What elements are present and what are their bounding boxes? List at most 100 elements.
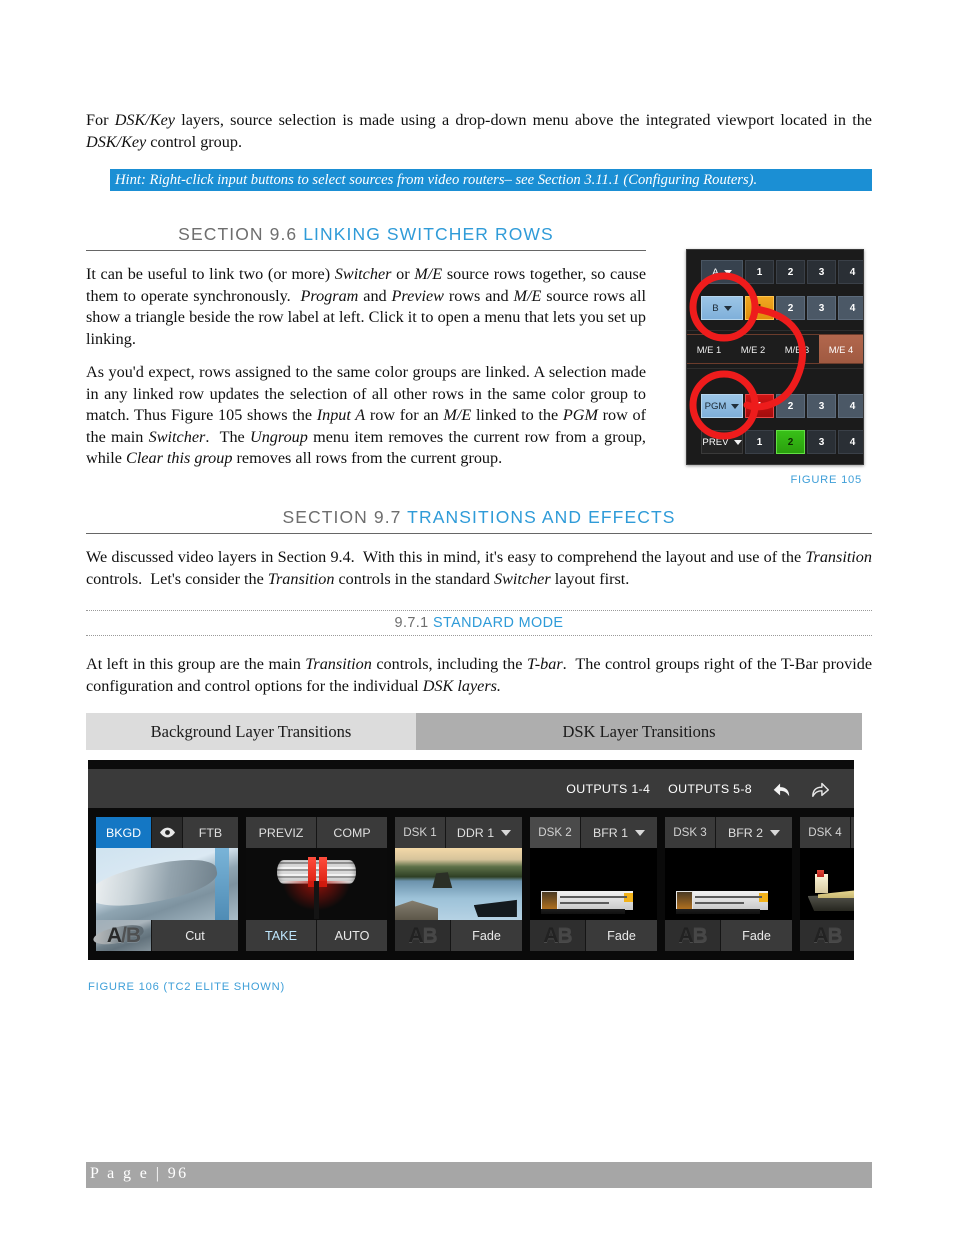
me-tab-3[interactable]: M/E 3 (775, 335, 819, 363)
switcher-row-prev[interactable]: PREV 1 2 3 4 (701, 430, 863, 454)
row-b-input-1[interactable]: 1 (745, 296, 774, 320)
group-dsk-3: DSK 3 BFR 2 AB Fade (665, 817, 792, 951)
subsection-971-title: STANDARD MODE (432, 615, 564, 631)
section-97-number: SECTION 9.7 (282, 507, 402, 527)
figure-105-switcher-panel: A 1 2 3 4 B 1 2 3 4 M/E 1 M/E 2 M/E 3 M/… (686, 249, 864, 465)
section-96-number: SECTION 9.6 (178, 224, 298, 244)
slide-graphic (530, 848, 657, 920)
section-97-paragraph: We discussed video layers in Section 9.4… (86, 548, 872, 588)
row-prev-input-1[interactable]: 1 (745, 430, 774, 454)
dsk-3-source-label: BFR 2 (727, 825, 764, 840)
dsk-4-button[interactable]: DSK 4 (800, 817, 850, 848)
t-bar-control[interactable] (246, 848, 387, 920)
cut-button[interactable]: Cut (152, 920, 238, 951)
auto-button[interactable]: AUTO (317, 920, 387, 951)
dsk-2-source-dropdown[interactable]: BFR 1 (581, 817, 657, 848)
row-a-label-button[interactable]: A (701, 260, 743, 284)
comp-button[interactable]: COMP (317, 817, 387, 848)
eye-glyph (159, 827, 175, 838)
switcher-row-b[interactable]: B 1 2 3 4 (701, 296, 863, 320)
row-pgm-label-button[interactable]: PGM (701, 394, 743, 418)
ftb-button[interactable]: FTB (183, 817, 238, 848)
chevron-down-icon (731, 403, 740, 409)
background-ab-toggle[interactable]: A/B (96, 920, 151, 951)
row-pgm-label: PGM (704, 400, 727, 412)
redo-arrow-icon[interactable] (810, 779, 832, 799)
figure-106-transition-panel: OUTPUTS 1-4 OUTPUTS 5-8 BKGD FTB A/B Cut… (88, 760, 854, 960)
page-number: P a g e | 96 (90, 1165, 189, 1182)
tab-outputs-1-4[interactable]: OUTPUTS 1-4 (566, 782, 650, 796)
row-a-input-2[interactable]: 2 (776, 260, 805, 284)
row-b-input-3[interactable]: 3 (807, 296, 836, 320)
dsk-1-fade-button[interactable]: Fade (451, 920, 522, 951)
row-b-label: B (712, 302, 719, 314)
dsk-4-ab-toggle[interactable]: AB (800, 920, 854, 951)
row-prev-label-button[interactable]: PREV (701, 430, 743, 454)
row-prev-input-4[interactable]: 4 (838, 430, 863, 454)
section-96-heading: SECTION 9.6 LINKING SWITCHER ROWS (86, 224, 646, 251)
group-dsk-4-footer: AB Fade (800, 920, 854, 951)
bkgd-button[interactable]: BKGD (96, 817, 151, 848)
dsk-2-preview-thumbnail[interactable] (530, 848, 657, 920)
group-dsk-2: DSK 2 BFR 1 AB Fade (530, 817, 657, 951)
undo-arrow-icon[interactable] (770, 779, 792, 799)
dsk-4-source-dropdown[interactable]: BFR 5 (851, 817, 854, 848)
row-prev-input-3[interactable]: 3 (807, 430, 836, 454)
panel-divider (687, 330, 863, 331)
group-transition-header: PREVIZ COMP (246, 817, 387, 848)
row-prev-label: PREV (702, 436, 729, 448)
row-a-input-4[interactable]: 4 (838, 260, 863, 284)
row-pgm-input-4[interactable]: 4 (838, 394, 863, 418)
row-pgm-input-1[interactable]: 1 (745, 394, 774, 418)
me-tab-2[interactable]: M/E 2 (731, 335, 775, 363)
row-b-input-4[interactable]: 4 (838, 296, 863, 320)
row-b-input-2[interactable]: 2 (776, 296, 805, 320)
row-b-label-button[interactable]: B (701, 296, 743, 320)
take-button[interactable]: TAKE (246, 920, 316, 951)
dsk-1-button[interactable]: DSK 1 (395, 817, 445, 848)
dsk-3-source-dropdown[interactable]: BFR 2 (716, 817, 792, 848)
row-prev-input-2[interactable]: 2 (776, 430, 805, 454)
me-tab-strip[interactable]: M/E 1 M/E 2 M/E 3 M/E 4 (687, 334, 863, 364)
switcher-row-pgm[interactable]: PGM 1 2 3 4 (701, 394, 863, 418)
dsk-1-ab-toggle[interactable]: AB (395, 920, 450, 951)
chevron-down-icon (501, 829, 512, 836)
background-preview-thumbnail[interactable] (96, 848, 238, 920)
panel-top-strip (88, 760, 854, 769)
group-dsk-3-header: DSK 3 BFR 2 (665, 817, 792, 848)
dsk-1-preview-thumbnail[interactable] (395, 848, 522, 920)
row-pgm-input-2[interactable]: 2 (776, 394, 805, 418)
group-dsk-1-footer: AB Fade (395, 920, 522, 951)
row-pgm-input-3[interactable]: 3 (807, 394, 836, 418)
dsk-2-ab-toggle[interactable]: AB (530, 920, 585, 951)
section-97-title: TRANSITIONS AND EFFECTS (407, 507, 676, 527)
transition-groups-row: BKGD FTB A/B Cut PREVIZ COMP TAKE AUTO D… (88, 808, 854, 960)
dsk-4-preview-thumbnail[interactable] (800, 848, 854, 920)
dsk-1-source-dropdown[interactable]: DDR 1 (446, 817, 522, 848)
lake-photo (395, 848, 522, 920)
eye-icon[interactable] (152, 817, 182, 848)
subsection-971-heading: 9.7.1 STANDARD MODE (86, 610, 872, 636)
hint-banner: Hint: Right-click input buttons to selec… (110, 169, 872, 191)
row-a-input-1[interactable]: 1 (745, 260, 774, 284)
chevron-down-icon (723, 269, 732, 275)
document-page: For DSK/Key layers, source selection is … (0, 0, 954, 1235)
figure-105-caption: FIGURE 105 (790, 474, 862, 486)
me-tab-4[interactable]: M/E 4 (819, 335, 863, 363)
row-a-input-3[interactable]: 3 (807, 260, 836, 284)
section-97-heading: SECTION 9.7 TRANSITIONS AND EFFECTS (86, 507, 872, 534)
switcher-row-a[interactable]: A 1 2 3 4 (701, 260, 863, 284)
me-tab-1[interactable]: M/E 1 (687, 335, 731, 363)
dsk-3-preview-thumbnail[interactable] (665, 848, 792, 920)
dsk-3-fade-button[interactable]: Fade (721, 920, 792, 951)
dsk-2-fade-button[interactable]: Fade (586, 920, 657, 951)
group-dsk-2-footer: AB Fade (530, 920, 657, 951)
group-dsk-2-header: DSK 2 BFR 1 (530, 817, 657, 848)
dsk-3-button[interactable]: DSK 3 (665, 817, 715, 848)
tab-outputs-5-8[interactable]: OUTPUTS 5-8 (668, 782, 752, 796)
chevron-down-icon (733, 439, 742, 445)
group-background: BKGD FTB A/B Cut (96, 817, 238, 951)
dsk-3-ab-toggle[interactable]: AB (665, 920, 720, 951)
dsk-2-button[interactable]: DSK 2 (530, 817, 580, 848)
previz-button[interactable]: PREVIZ (246, 817, 316, 848)
